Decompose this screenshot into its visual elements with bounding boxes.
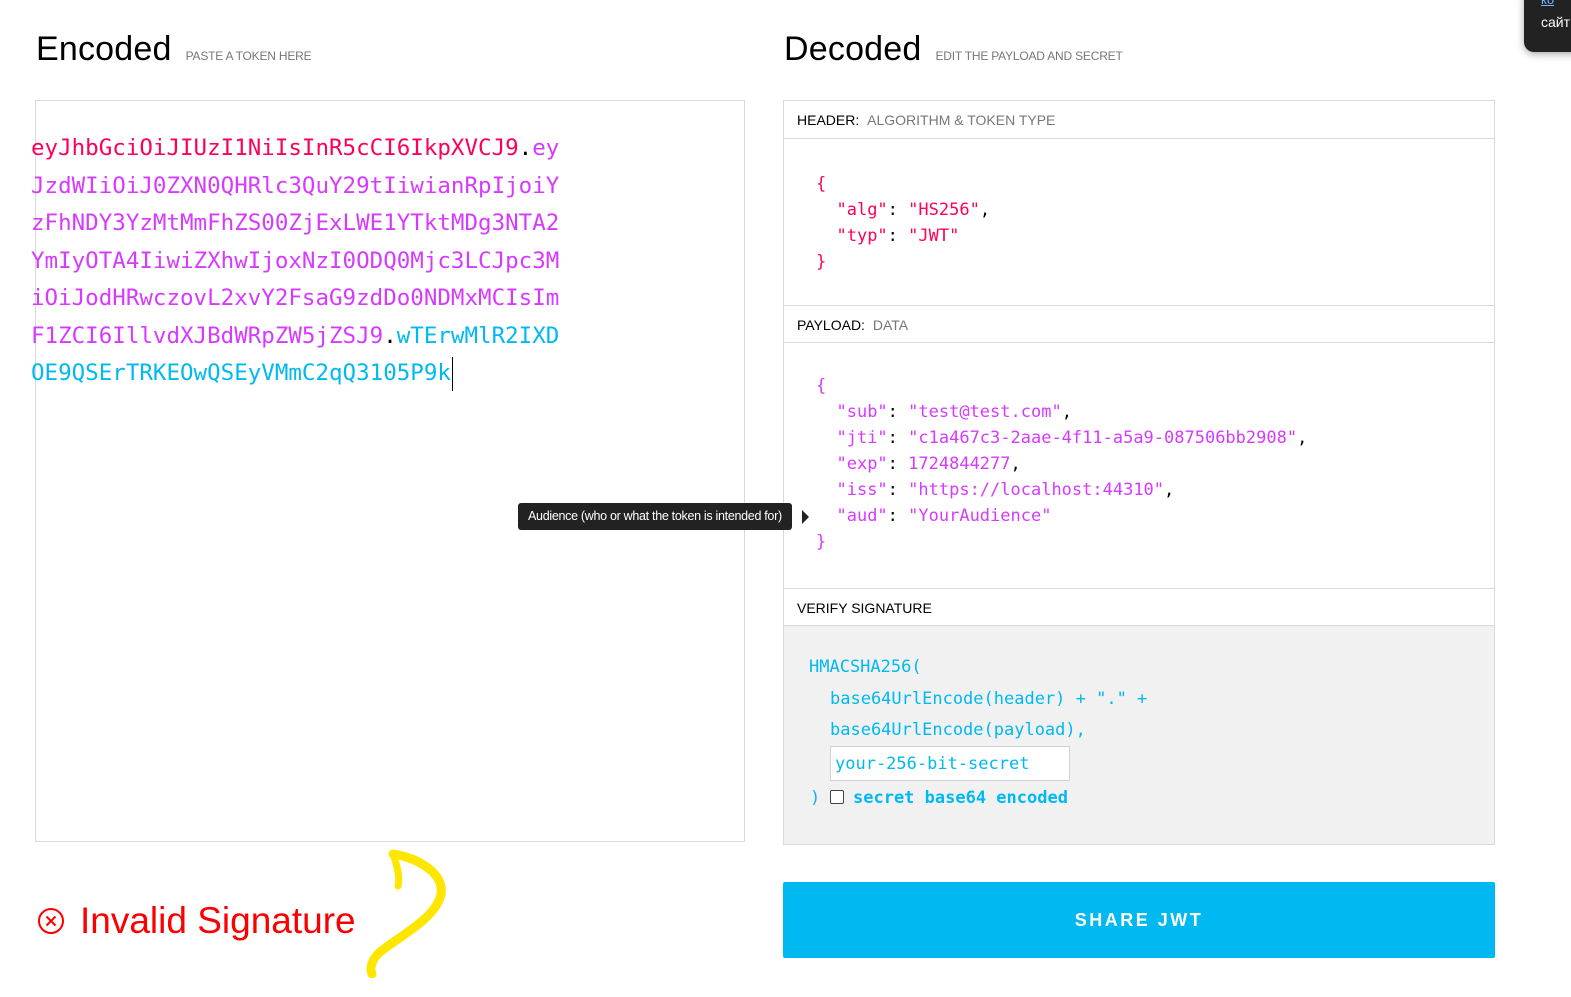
json-comma: , xyxy=(1010,454,1021,474)
decoded-subtitle: EDIT THE PAYLOAD AND SECRET xyxy=(935,49,1123,63)
token-segment-p2: YmIyOTA4IiwiZXhwIjoxNzI0ODQ0Mjc3LCJpc3M xyxy=(31,247,560,274)
corner-popup: ко сайт xyxy=(1524,0,1571,52)
error-circle-icon xyxy=(38,908,64,934)
token-segment-p2: JzdWIiOiJ0ZXN0QHRlc3QuY29tIiwianRpIjoiY xyxy=(31,172,560,199)
base64-encoded-label[interactable]: secret base64 encoded xyxy=(853,785,1068,811)
token-segment-p2: ey xyxy=(532,135,560,161)
verify-payload-expr: base64UrlEncode(payload), xyxy=(830,720,1086,740)
tooltip-arrow xyxy=(802,510,809,524)
token-segment-p3: OE9QSErTRKEOwQSEyVMmC2qQ3105P9k xyxy=(31,360,451,386)
token-segment-p3: wTErwMlR2IXD xyxy=(396,322,560,349)
json-colon: : xyxy=(887,428,909,448)
token-segment-dot: . xyxy=(518,135,533,161)
secret-input[interactable] xyxy=(830,746,1070,781)
json-key: "jti" xyxy=(836,428,888,448)
verify-section-heading: VERIFY SIGNATURE xyxy=(784,588,1494,626)
decoded-panel: HEADER: ALGORITHM & TOKEN TYPE { "alg": … xyxy=(783,100,1495,845)
encoded-title: Encoded xyxy=(36,30,172,68)
json-key: "sub" xyxy=(836,402,888,422)
corner-popup-text: сайт xyxy=(1541,14,1571,30)
header-section-heading: HEADER: ALGORITHM & TOKEN TYPE xyxy=(784,101,1494,139)
json-colon: : xyxy=(887,226,909,246)
json-close-brace: } xyxy=(816,532,827,552)
decoded-section-title: Decoded EDIT THE PAYLOAD AND SECRET xyxy=(784,30,1123,69)
payload-section-heading: PAYLOAD: DATA xyxy=(784,305,1494,343)
json-key: "exp" xyxy=(836,454,888,474)
token-segment-p2: iOiJodHRwczovL2xvY2FsaG9zdDo0NDMxMCIsIm xyxy=(31,285,560,311)
share-jwt-button[interactable]: SHARE JWT xyxy=(783,882,1495,958)
verify-func-close: ) xyxy=(810,788,821,808)
payload-json-editor[interactable]: { "sub": "test@test.com", "jti": "c1a467… xyxy=(816,373,1307,555)
json-value: 1724844277 xyxy=(908,454,1011,474)
decoded-title: Decoded xyxy=(784,30,922,68)
signature-status-text: Invalid Signature xyxy=(80,900,356,941)
json-value: "HS256" xyxy=(908,200,980,220)
verify-signature-area: HMACSHA256( base64UrlEncode(header) + ".… xyxy=(784,626,1494,844)
json-comma: , xyxy=(1061,402,1072,422)
json-comma: , xyxy=(1164,480,1175,500)
header-sublabel: ALGORITHM & TOKEN TYPE xyxy=(867,112,1056,128)
json-value: "YourAudience" xyxy=(908,506,1052,526)
token-segment-p2: F1ZCI6IllvdXJBdWRpZW5jZSJ9 xyxy=(31,322,384,349)
payload-sublabel: DATA xyxy=(872,317,909,333)
json-colon: : xyxy=(887,506,909,526)
base64-encoded-checkbox[interactable] xyxy=(830,790,844,804)
aud-claim-tooltip: Audience (who or what the token is inten… xyxy=(518,503,792,530)
json-key: "aud" xyxy=(836,506,888,526)
json-colon: : xyxy=(887,402,909,422)
token-segment-p2: zFhNDY3YzMtMmFhZS00ZjExLWE1YTktMDg3NTA2 xyxy=(31,210,560,236)
encoded-section-title: Encoded PASTE A TOKEN HERE xyxy=(36,30,312,69)
json-comma: , xyxy=(1297,428,1308,448)
json-key: "typ" xyxy=(836,226,888,246)
json-open-brace: { xyxy=(816,174,827,194)
json-key: "iss" xyxy=(836,480,888,500)
json-key: "alg" xyxy=(836,200,888,220)
token-segment-p1: eyJhbGciOiJIUzI1NiIsInR5cCI6IkpXVCJ9 xyxy=(31,135,519,161)
json-value: "JWT" xyxy=(908,226,960,246)
json-colon: : xyxy=(887,200,909,220)
encoded-subtitle: PASTE A TOKEN HERE xyxy=(185,49,312,63)
json-value: "test@test.com" xyxy=(908,402,1062,422)
json-colon: : xyxy=(887,454,909,474)
encoded-token-text[interactable]: eyJhbGciOiJIUzI1NiIsInR5cCI6IkpXVCJ9.ey … xyxy=(31,130,631,393)
payload-label: PAYLOAD: xyxy=(797,317,865,333)
token-segment-dot: . xyxy=(383,322,397,349)
text-caret xyxy=(451,356,453,391)
verify-func-open: HMACSHA256( xyxy=(809,657,922,677)
verify-label: VERIFY SIGNATURE xyxy=(797,600,932,616)
header-label: HEADER: xyxy=(797,112,860,128)
json-value: "c1a467c3-2aae-4f11-a5a9-087506bb2908" xyxy=(908,428,1298,448)
signature-status: Invalid Signature xyxy=(37,900,356,942)
json-open-brace: { xyxy=(816,376,827,396)
json-colon: : xyxy=(887,480,909,500)
yellow-annotation-mark xyxy=(366,849,446,978)
verify-header-expr: base64UrlEncode(header) + "." + xyxy=(830,689,1148,709)
corner-popup-link[interactable]: ко xyxy=(1541,0,1554,7)
json-close-brace: } xyxy=(816,252,827,272)
header-json-editor[interactable]: { "alg": "HS256", "typ": "JWT" } xyxy=(816,171,990,275)
json-value: "https://localhost:44310" xyxy=(908,480,1165,500)
json-comma: , xyxy=(979,200,991,220)
